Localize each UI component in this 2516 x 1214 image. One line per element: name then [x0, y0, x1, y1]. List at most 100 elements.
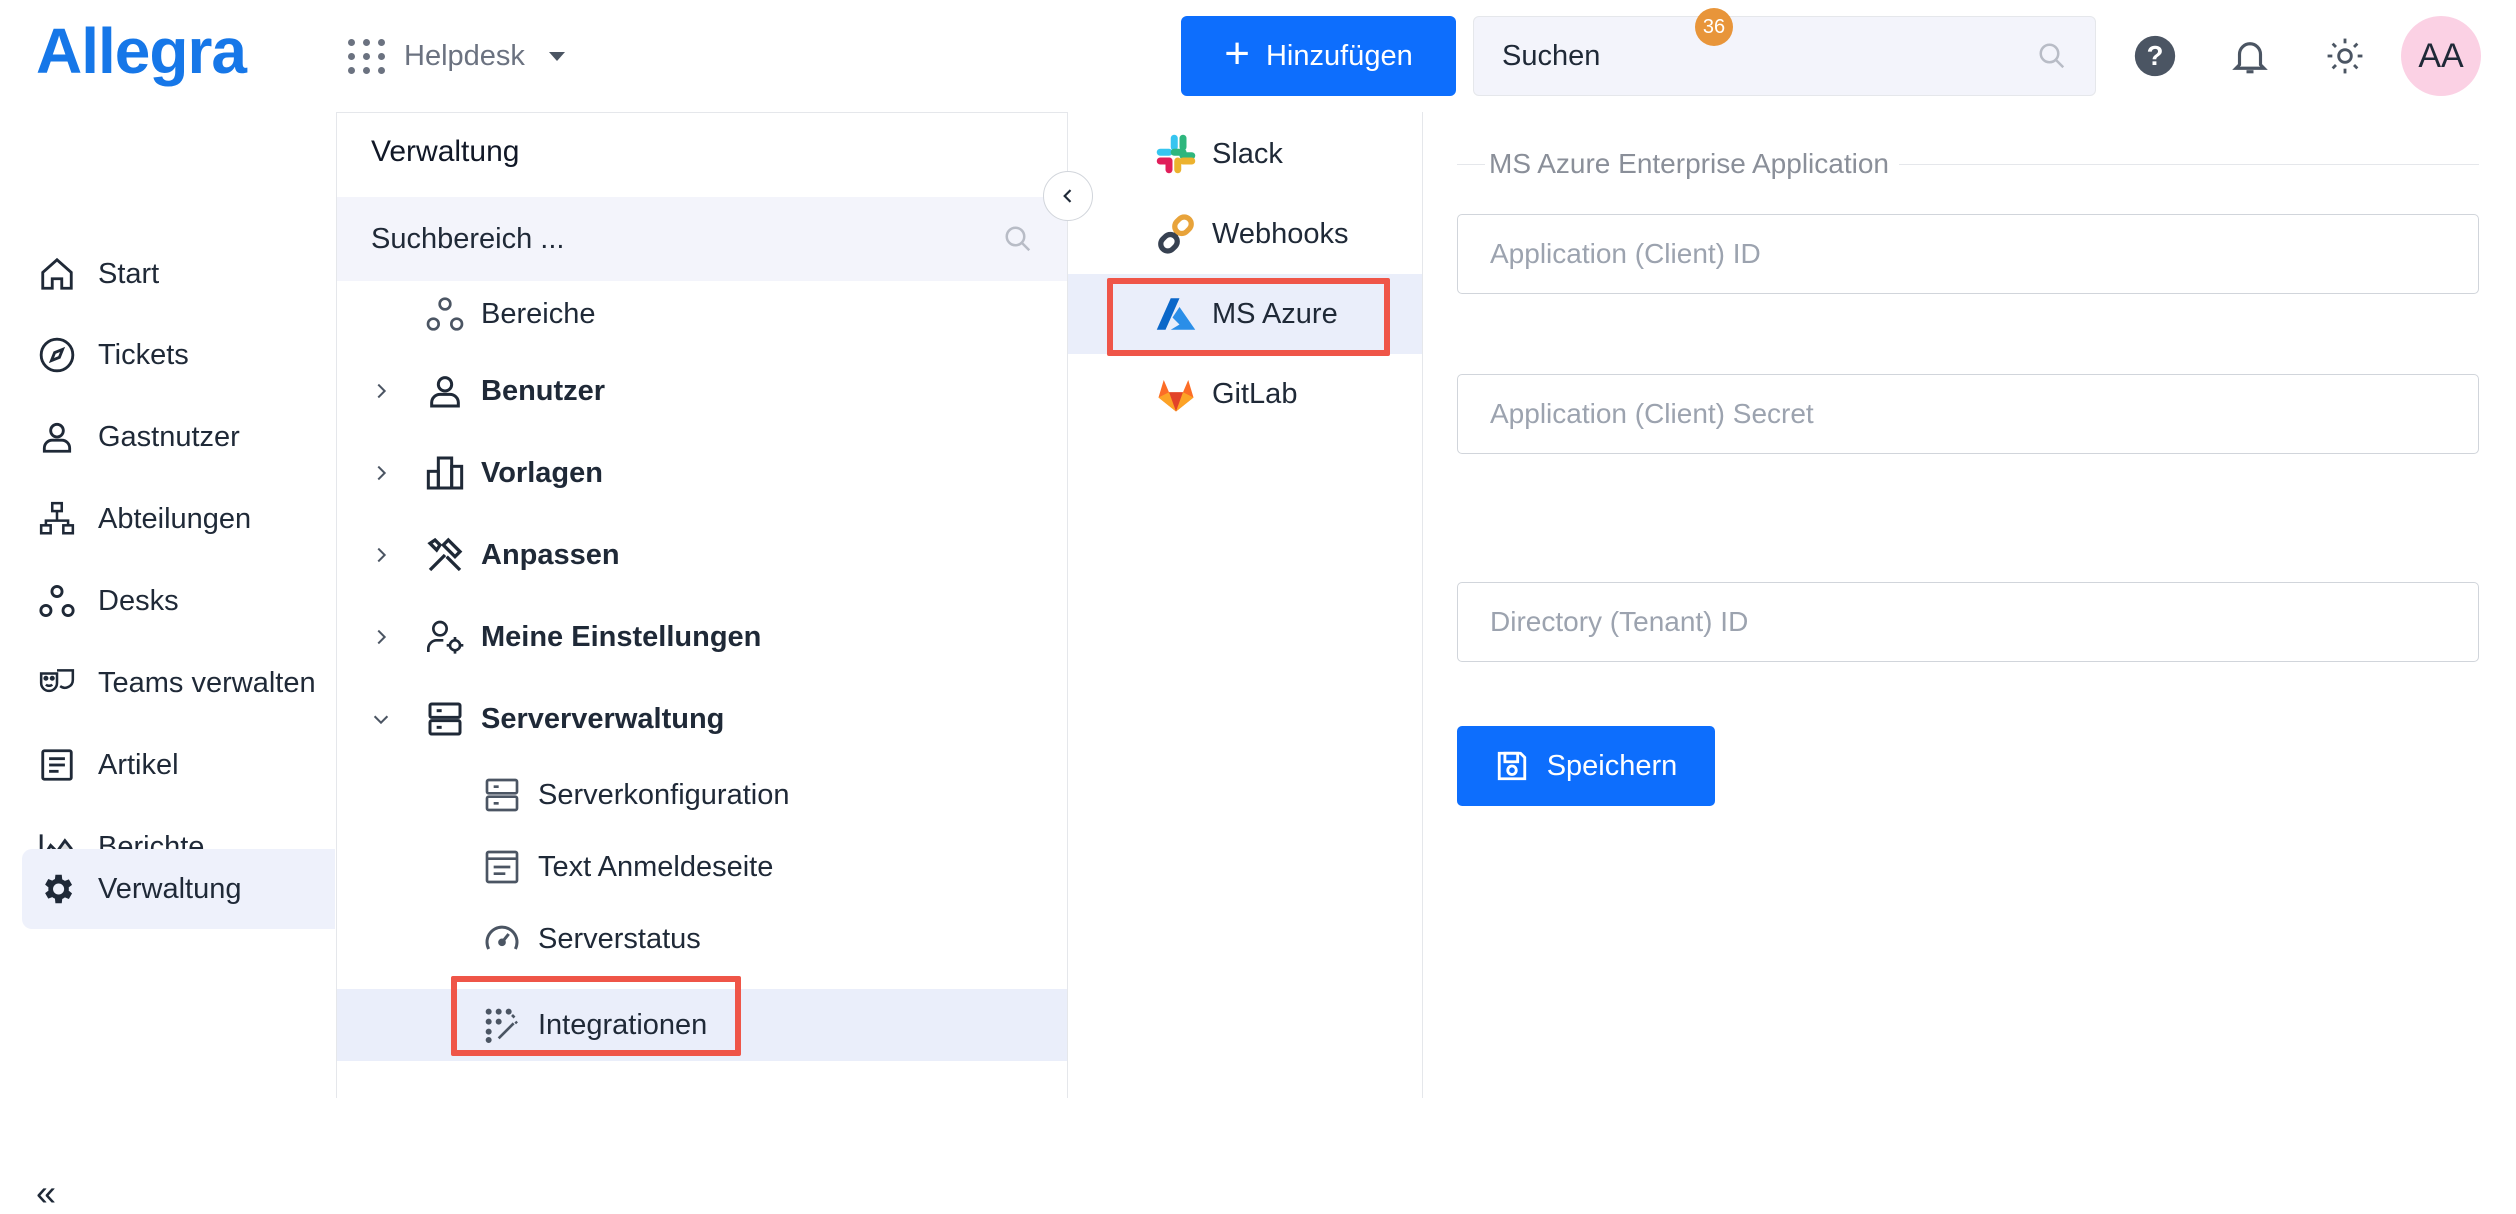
azure-settings-form: MS Azure Enterprise Application Applicat… [1424, 112, 2516, 1098]
circles-icon [426, 297, 464, 331]
tree-item-label: Meine Einstellungen [481, 620, 762, 653]
server-icon [428, 702, 462, 736]
nav-item-start[interactable]: Start [22, 234, 335, 314]
client-secret-field[interactable]: Application (Client) Secret [1457, 374, 2479, 454]
login-page-icon [485, 850, 519, 884]
integration-webhooks[interactable]: Webhooks [1068, 194, 1422, 274]
integration-label: Slack [1212, 137, 1283, 170]
form-legend: MS Azure Enterprise Application [1457, 148, 2479, 180]
apps-grid-icon [348, 38, 386, 74]
chevron-down-icon[interactable] [367, 708, 395, 730]
notification-badge: 36 [1695, 8, 1733, 46]
magic-wand-icon [485, 1008, 518, 1043]
chevron-right-icon[interactable] [367, 544, 395, 566]
allegra-logo[interactable]: Allegra [36, 14, 247, 88]
nav-item-desks[interactable]: Desks [22, 561, 335, 641]
collapse-sidebar-button[interactable]: « [36, 1172, 56, 1214]
org-chart-icon [39, 501, 75, 535]
home-icon [41, 257, 73, 290]
main-sidebar: Start Tickets Gastnutzer Abteilungen Des… [0, 112, 335, 1213]
nav-item-label: Gastnutzer [98, 420, 240, 453]
chevron-right-icon[interactable] [367, 626, 395, 648]
nav-item-label: Tickets [98, 338, 189, 371]
collapse-panel-button[interactable] [1043, 171, 1093, 221]
tree-item-label: Serververwaltung [481, 702, 725, 735]
nav-item-tickets[interactable]: Tickets [22, 315, 335, 395]
nav-item-artikel[interactable]: Artikel [22, 725, 335, 805]
article-icon [41, 749, 73, 781]
plus-icon: + [1224, 29, 1250, 78]
tree-item-vorlagen[interactable]: Vorlagen [367, 443, 603, 503]
add-button[interactable]: + Hinzufügen [1181, 16, 1456, 96]
search-icon [1005, 226, 1031, 252]
tree-item-meine-einstellungen[interactable]: Meine Einstellungen [367, 607, 761, 667]
nav-item-label: Start [98, 257, 160, 290]
server-icon [485, 778, 519, 812]
user-settings-icon [427, 620, 464, 654]
help-button[interactable]: ? [2123, 24, 2187, 88]
global-search-input[interactable]: Suchen [1473, 16, 2096, 96]
tree-item-serverkonfiguration[interactable]: Serverkonfiguration [482, 765, 789, 825]
gear-icon [45, 874, 73, 904]
tree-item-label: Text Anmeldeseite [538, 850, 774, 883]
integration-label: Webhooks [1212, 217, 1349, 250]
speedometer-icon [485, 925, 519, 950]
panel-title: Verwaltung [371, 135, 520, 168]
tree-item-label: Serverstatus [538, 922, 701, 955]
tree-item-label: Anpassen [481, 538, 620, 571]
sun-icon [2327, 38, 2363, 74]
nav-item-label: Desks [98, 584, 179, 617]
compass-icon [39, 337, 75, 373]
tree-item-benutzer[interactable]: Benutzer [367, 361, 605, 421]
nav-item-label: Teams verwalten [98, 666, 316, 699]
caret-down-icon [548, 51, 565, 61]
search-icon [2039, 43, 2065, 69]
form-legend-text: MS Azure Enterprise Application [1489, 148, 1889, 179]
integrations-list: Slack Webhooks MS Azure GitLab [1067, 112, 1423, 1098]
tree-item-bereiche[interactable]: Bereiche [425, 284, 595, 344]
tree-item-label: Serverkonfiguration [538, 778, 790, 811]
top-header: Allegra Helpdesk + Hinzufügen Suchen ? 3… [0, 0, 2516, 112]
nav-item-label: Artikel [98, 748, 179, 781]
user-avatar[interactable]: AA [2401, 16, 2481, 96]
tree-item-label: Bereiche [481, 297, 596, 330]
tree-search-input[interactable]: Suchbereich ... [337, 197, 1067, 281]
chevron-right-icon[interactable] [367, 380, 395, 402]
app-switcher-label: Helpdesk [404, 39, 525, 72]
theme-toggle-button[interactable] [2313, 24, 2377, 88]
tree-item-anpassen[interactable]: Anpassen [367, 525, 620, 585]
help-icon: ? [2134, 35, 2176, 77]
app-switcher[interactable]: Helpdesk [348, 30, 565, 82]
masks-icon [39, 669, 75, 693]
integration-slack[interactable]: Slack [1068, 114, 1422, 194]
add-button-label: Hinzufügen [1265, 39, 1413, 72]
client-id-field[interactable]: Application (Client) ID [1457, 214, 2479, 294]
nav-item-teams[interactable]: Teams verwalten [22, 643, 335, 723]
integration-gitlab[interactable]: GitLab [1068, 354, 1422, 434]
tree-search-placeholder: Suchbereich ... [371, 222, 565, 255]
global-search-placeholder: Suchen [1502, 39, 1601, 72]
tree-item-integrationen[interactable]: Integrationen [337, 989, 1067, 1061]
user-icon [42, 422, 72, 453]
tenant-id-field[interactable]: Directory (Tenant) ID [1457, 582, 2479, 662]
save-button[interactable]: Speichern [1457, 726, 1715, 806]
slack-icon [1154, 132, 1198, 176]
tree-item-serverstatus[interactable]: Serverstatus [482, 909, 701, 969]
notifications-button[interactable] [2218, 24, 2282, 88]
integration-label: MS Azure [1212, 297, 1338, 330]
nav-item-verwaltung[interactable]: Verwaltung [22, 849, 335, 929]
chevron-right-icon[interactable] [367, 462, 395, 484]
tree-item-serververwaltung[interactable]: Serververwaltung [367, 689, 724, 749]
chevron-left-icon [1063, 189, 1072, 203]
azure-icon [1154, 292, 1198, 336]
tree-item-label: Integrationen [538, 1008, 708, 1041]
svg-text:?: ? [2147, 40, 2164, 71]
nav-item-abteilungen[interactable]: Abteilungen [22, 479, 335, 559]
nav-item-label: Verwaltung [98, 872, 242, 905]
save-button-label: Speichern [1546, 749, 1678, 782]
bell-icon [2232, 42, 2268, 74]
integration-ms-azure[interactable]: MS Azure [1068, 274, 1422, 354]
tree-item-text-anmeldeseite[interactable]: Text Anmeldeseite [482, 837, 773, 897]
nav-item-gastnutzer[interactable]: Gastnutzer [22, 397, 335, 477]
floppy-disk-icon [1497, 751, 1526, 781]
